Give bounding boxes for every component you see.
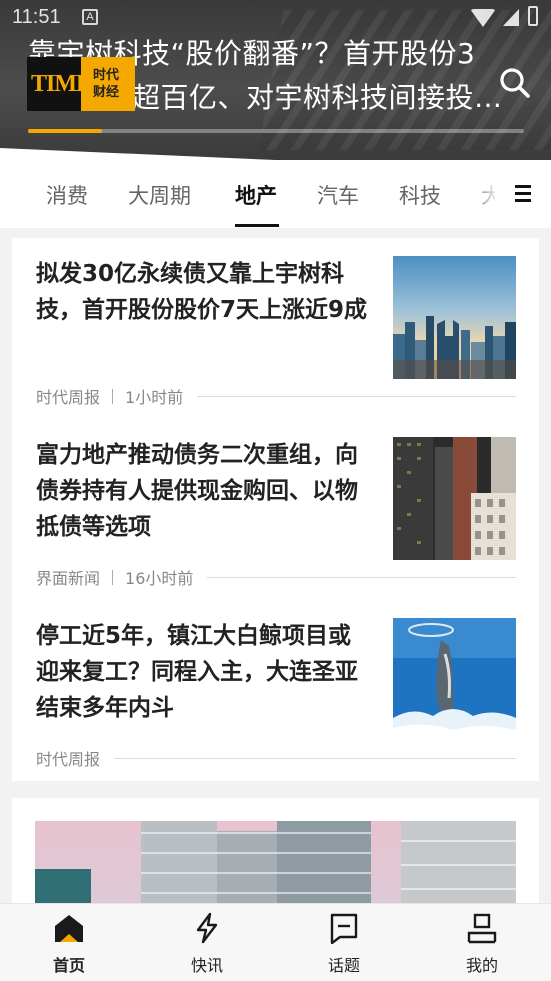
category-tabs: 消费 大周期 地产 汽车 科技 大 (0, 160, 551, 228)
nav-label-topics: 话题 (327, 956, 360, 975)
news-meta: 时代周报 (36, 746, 516, 770)
news-title[interactable]: 停工近5年，镇江大白鲸项目或迎来复工？同程入主，大连圣亚结束多年内斗 (36, 618, 371, 726)
news-meta: 时代周报 1小时前 (36, 384, 516, 408)
wifi-icon (470, 9, 496, 27)
home-icon (55, 915, 83, 942)
signal-icon (503, 9, 519, 26)
city-skyline-photo[interactable] (393, 256, 516, 379)
nav-topics[interactable]: 话题 (294, 904, 394, 981)
logo-wordmark-text: TIME (31, 71, 92, 97)
lightning-icon (196, 912, 218, 944)
logo-cn-line-1: 时代 (93, 68, 120, 83)
news-source: 时代周报 (36, 750, 101, 769)
meta-rule (207, 576, 516, 578)
status-time: 11:51 (12, 6, 61, 28)
tab-real-estate[interactable]: 地产 (235, 180, 277, 210)
status-bar: 11:51 A (0, 0, 551, 36)
meta-rule (114, 757, 516, 759)
notification-icon: A (82, 9, 98, 25)
news-item[interactable]: 停工近5年，镇江大白鲸项目或迎来复工？同程入主，大连圣亚结束多年内斗 时代周报 (36, 618, 516, 770)
news-source: 界面新闻 (36, 569, 101, 588)
carousel-progress-fill (28, 129, 103, 133)
logo-wordmark: TIME (27, 57, 92, 111)
nav-flash-news[interactable]: 快讯 (157, 904, 257, 981)
tab-tech[interactable]: 科技 (399, 180, 441, 210)
nav-home[interactable]: 首页 (19, 904, 119, 981)
news-title[interactable]: 富力地产推动债务二次重组，向债券持有人提供现金购回、以物抵债等选项 (36, 437, 371, 545)
city-skyline-image (393, 256, 516, 379)
nav-profile[interactable]: 我的 (432, 904, 532, 981)
menu-icon[interactable] (505, 180, 533, 208)
carousel-progress-track (28, 129, 524, 133)
search-icon (500, 68, 530, 98)
meta-divider (112, 388, 114, 404)
tab-cycle[interactable]: 大周期 (128, 180, 191, 210)
menu-icon-bar (515, 199, 531, 202)
news-item[interactable]: 富力地产推动债务二次重组，向债券持有人提供现金购回、以物抵债等选项 界面新闻 1… (36, 437, 516, 602)
news-time: 16小时前 (125, 569, 194, 588)
topic-icon (330, 913, 358, 944)
menu-icon-bar (515, 192, 531, 195)
search-button[interactable] (498, 66, 532, 100)
meta-rule (197, 395, 516, 397)
logo-cn-line-2: 财经 (93, 85, 120, 100)
tab-auto[interactable]: 汽车 (317, 180, 359, 210)
news-time: 1小时前 (125, 388, 184, 407)
news-meta: 界面新闻 16小时前 (36, 565, 516, 589)
dolphin-photo[interactable] (393, 618, 516, 741)
skyscrapers-photo[interactable] (393, 437, 516, 560)
news-item[interactable]: 拟发30亿永续债又靠上宇树科技，首开股份股价7天上涨近9成 时代周报 1小时前 (36, 256, 516, 421)
news-source: 时代周报 (36, 388, 101, 407)
menu-icon-bar (515, 185, 531, 188)
active-tab-indicator (235, 224, 279, 227)
time-finance-logo: TIME 时代 财经 (27, 57, 135, 111)
nav-label-home: 首页 (52, 956, 85, 975)
battery-icon (528, 6, 538, 26)
news-card: 拟发30亿永续债又靠上宇树科技，首开股份股价7天上涨近9成 时代周报 1小时前 … (12, 238, 539, 781)
dolphin-image (393, 618, 516, 741)
nav-label-flash-news: 快讯 (190, 956, 223, 975)
banner-cut-shape (0, 148, 551, 160)
nav-label-profile: 我的 (465, 956, 498, 975)
tab-consumer[interactable]: 消费 (46, 180, 88, 210)
meta-divider (112, 569, 114, 585)
tabs-fade (470, 160, 500, 228)
news-title[interactable]: 拟发30亿永续债又靠上宇树科技，首开股份股价7天上涨近9成 (36, 256, 371, 328)
bottom-nav: 首页 快讯 话题 我的 (0, 903, 551, 981)
header-banner[interactable]: 11:51 A 靠宇树科技“股价翻番”？首开股份3 超百亿、对宇树科技间接投… … (0, 0, 551, 160)
profile-icon (467, 913, 497, 944)
skyscrapers-image (393, 437, 516, 560)
